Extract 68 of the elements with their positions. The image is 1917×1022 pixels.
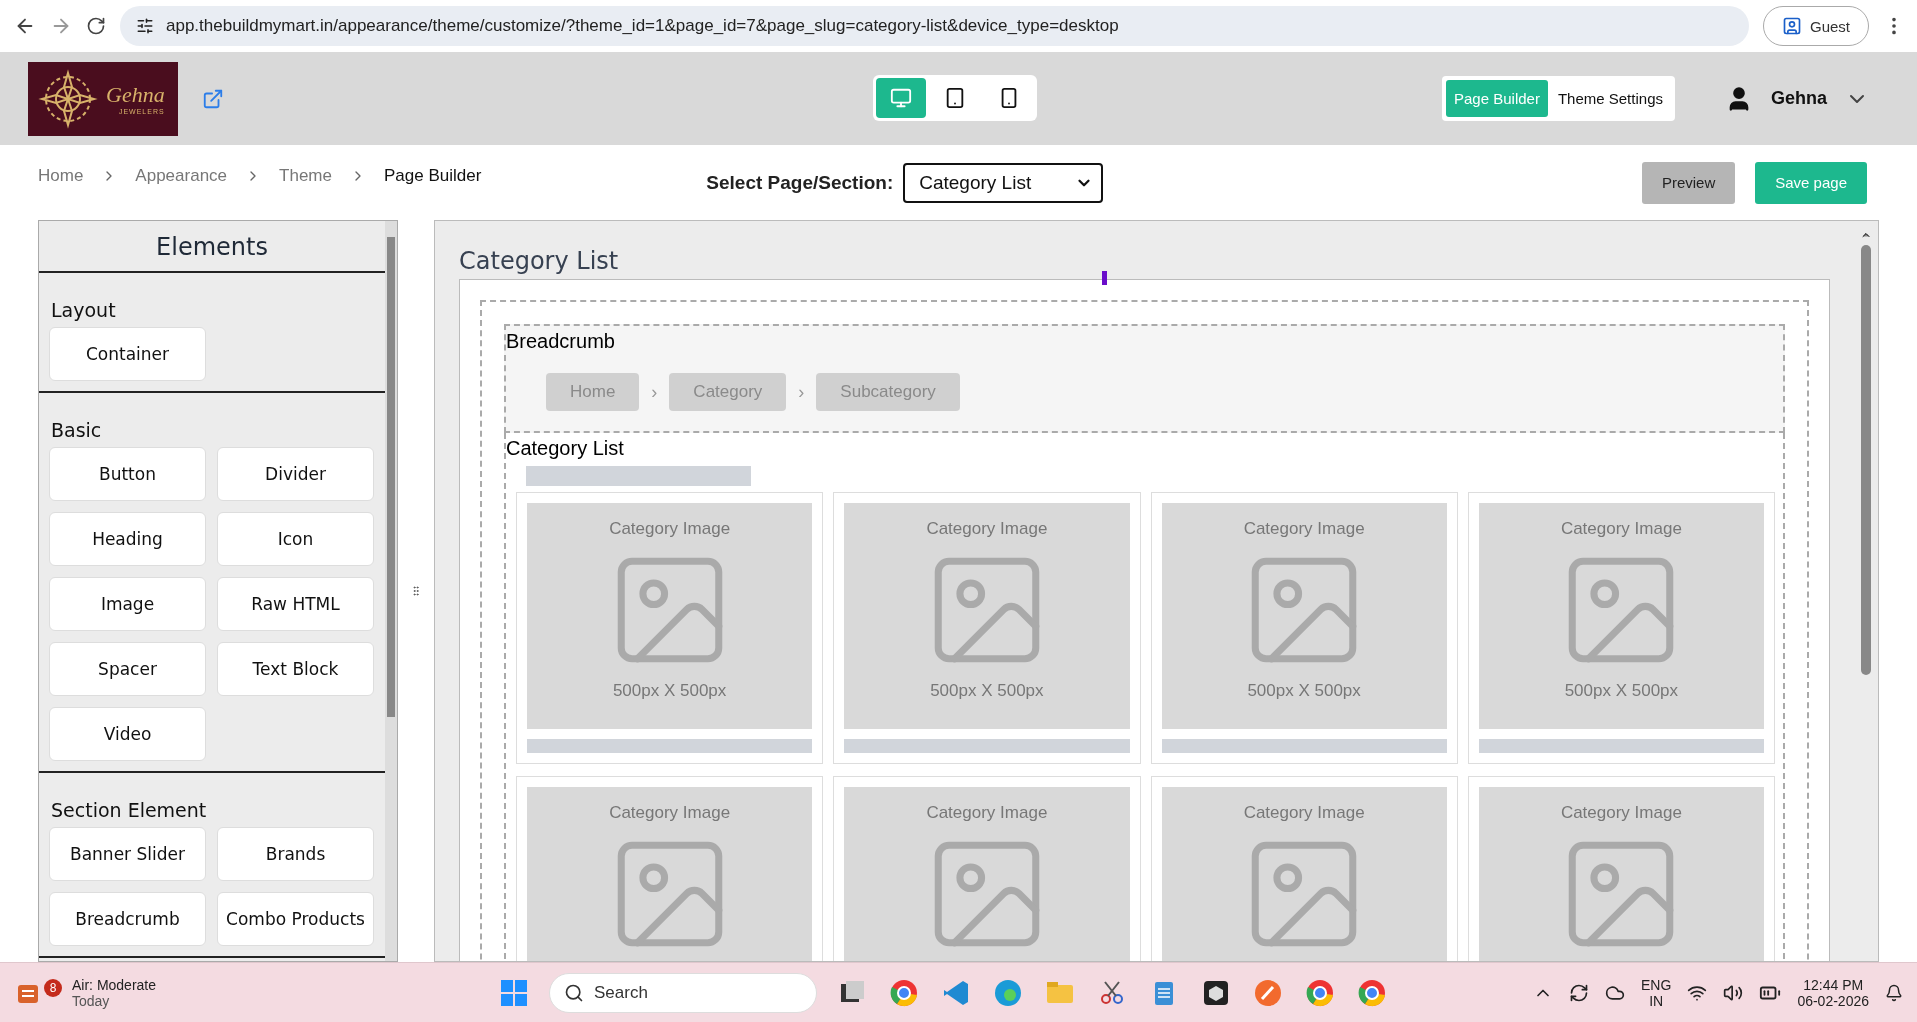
user-icon[interactable] [1781, 16, 1802, 36]
weather-sub: Today [72, 992, 111, 1009]
image-size: 500px X 500px [930, 681, 1044, 701]
language-indicator[interactable]: ENG IN [1641, 976, 1672, 1009]
element-button[interactable]: Spacer [49, 642, 206, 696]
element-button[interactable]: Video [49, 707, 206, 761]
element-button[interactable]: Heading [49, 512, 206, 566]
site-settings-icon[interactable] [136, 17, 154, 35]
resize-handle-icon[interactable] [410, 584, 422, 598]
notification-badge: 8 [44, 978, 62, 997]
element-button[interactable]: Brands [217, 827, 374, 881]
group-title: Layout [51, 299, 117, 321]
breadcrumb-block[interactable]: Breadcrumb Home › Category › Subcategory [504, 324, 1785, 433]
group-title: Basic [51, 419, 103, 441]
image-size: 500px X 500px [1564, 681, 1679, 701]
weather-label[interactable]: Air: Moderate [72, 976, 157, 993]
element-button[interactable]: Breadcrumb [49, 892, 206, 946]
drop-marker [1102, 271, 1107, 285]
image-caption: Category Image [1560, 803, 1682, 823]
breadcrumb-pill: Category [669, 373, 787, 411]
image-caption: Category Image [1243, 519, 1365, 539]
user-name[interactable]: Gehna [1771, 88, 1827, 109]
element-button[interactable]: Raw HTML [217, 577, 374, 631]
image-caption: Category Image [926, 803, 1048, 823]
taskbar-search[interactable]: Search [549, 972, 817, 1013]
canvas-title: Category List [459, 247, 620, 275]
image-caption: Category Image [609, 803, 731, 823]
clock[interactable]: 12:44 PM 06-02-2026 [1797, 976, 1869, 1009]
external-link-icon[interactable] [202, 87, 224, 110]
search-icon[interactable] [564, 982, 584, 1003]
profile-button[interactable]: Guest [1762, 6, 1869, 46]
select-label: Select Page/Section: [706, 171, 894, 194]
separator: › [798, 381, 805, 403]
element-button[interactable]: Button [49, 447, 206, 501]
page-select[interactable]: Category List [903, 162, 1104, 203]
element-button[interactable]: Image [49, 577, 206, 631]
address-bar[interactable]: app.thebuildmymart.in/appearance/theme/customize/?theme_id=1&page_id=7&page_slug=category-list&device_type=desktop [120, 6, 1749, 46]
scrollbar-thumb[interactable] [387, 237, 395, 717]
breadcrumb-pill: Subcategory [816, 373, 960, 411]
image-caption: Category Image [1243, 803, 1365, 823]
element-button[interactable]: Container [49, 327, 206, 381]
tablet-icon[interactable] [944, 87, 966, 109]
element-button[interactable]: Text Block [217, 642, 374, 696]
image-caption: Category Image [1560, 519, 1682, 539]
image-size: 500px X 500px [612, 681, 727, 701]
block-label: Breadcrumb [506, 330, 616, 353]
separator: › [651, 381, 658, 403]
breadcrumb-link[interactable]: Home [38, 165, 84, 186]
group-title: Section Element [51, 799, 208, 821]
element-button[interactable]: Combo Products [217, 892, 374, 946]
element-button[interactable]: Divider [217, 447, 374, 501]
breadcrumb-pill: Home [546, 373, 640, 411]
sync-icon[interactable] [1569, 982, 1590, 1003]
block-label: Category List [506, 437, 625, 460]
breadcrumb-link[interactable]: Appearance [135, 165, 228, 186]
image-caption: Category Image [609, 519, 731, 539]
element-button[interactable]: Banner Slider [49, 827, 206, 881]
scrollbar-thumb[interactable] [1861, 245, 1871, 675]
element-button[interactable]: Icon [217, 512, 374, 566]
preview-button[interactable]: Preview [1641, 161, 1736, 204]
volume-icon[interactable] [1723, 982, 1744, 1003]
breadcrumb-link[interactable]: Theme [279, 165, 332, 186]
reload-icon[interactable] [86, 16, 106, 36]
notification-icon[interactable] [1885, 983, 1903, 1002]
image-caption: Category Image [926, 519, 1048, 539]
image-size: 500px X 500px [1247, 681, 1361, 701]
breadcrumb-link[interactable]: Page Builder [383, 165, 482, 186]
scrollbar[interactable] [385, 221, 397, 961]
